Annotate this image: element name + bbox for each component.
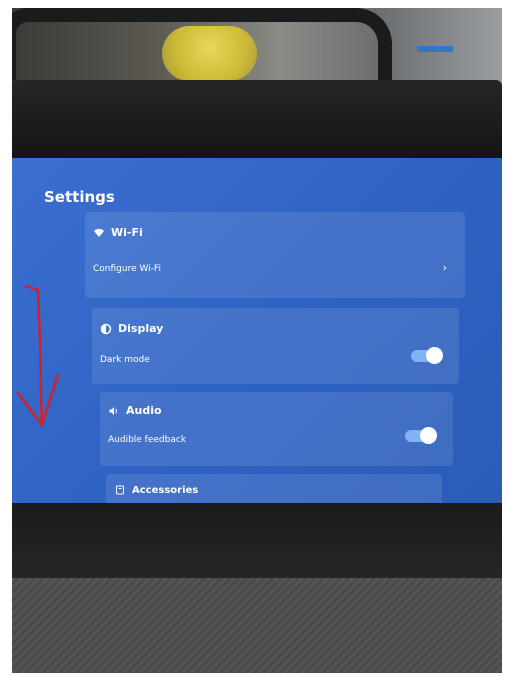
wifi-header: Wi-Fi [93, 226, 143, 239]
wifi-icon [94, 228, 104, 237]
display-header: Display [100, 322, 163, 335]
toggle-knob [426, 347, 443, 364]
speaker-icon [109, 406, 117, 415]
audio-header: Audio [108, 404, 162, 417]
display-header-label: Display [118, 322, 164, 335]
contrast-icon [100, 323, 112, 334]
accessories-card[interactable]: Accessories [106, 474, 442, 503]
accessories-header: Accessories [114, 484, 198, 496]
background-blue-tag [417, 46, 453, 52]
audio-card: Audio Audible feedback [100, 392, 453, 466]
audio-header-label: Audio [126, 404, 162, 417]
photo: Settings Wi-Fi Configure Wi-Fi › Display… [12, 8, 502, 673]
dark-mode-toggle[interactable] [411, 347, 443, 364]
audible-feedback-label: Audible feedback [108, 435, 187, 445]
device-lower-bezel [12, 503, 502, 578]
vehicle-dashboard [12, 578, 502, 673]
display-card: Display Dark mode [92, 308, 459, 384]
settings-screen: Settings Wi-Fi Configure Wi-Fi › Display… [12, 158, 502, 503]
accessory-icon [116, 485, 124, 495]
accessories-header-label: Accessories [132, 484, 199, 496]
wifi-card[interactable]: Wi-Fi Configure Wi-Fi › [85, 212, 465, 298]
page-title: Settings [44, 188, 115, 206]
device-mount-handle [12, 8, 392, 88]
toggle-knob [420, 427, 437, 444]
bezel-glare [12, 80, 502, 160]
wifi-header-label: Wi-Fi [111, 226, 143, 239]
configure-wifi-label[interactable]: Configure Wi-Fi [93, 264, 161, 274]
dark-mode-label: Dark mode [100, 355, 150, 365]
chevron-right-icon[interactable]: › [443, 261, 447, 274]
audible-feedback-toggle[interactable] [405, 427, 437, 444]
